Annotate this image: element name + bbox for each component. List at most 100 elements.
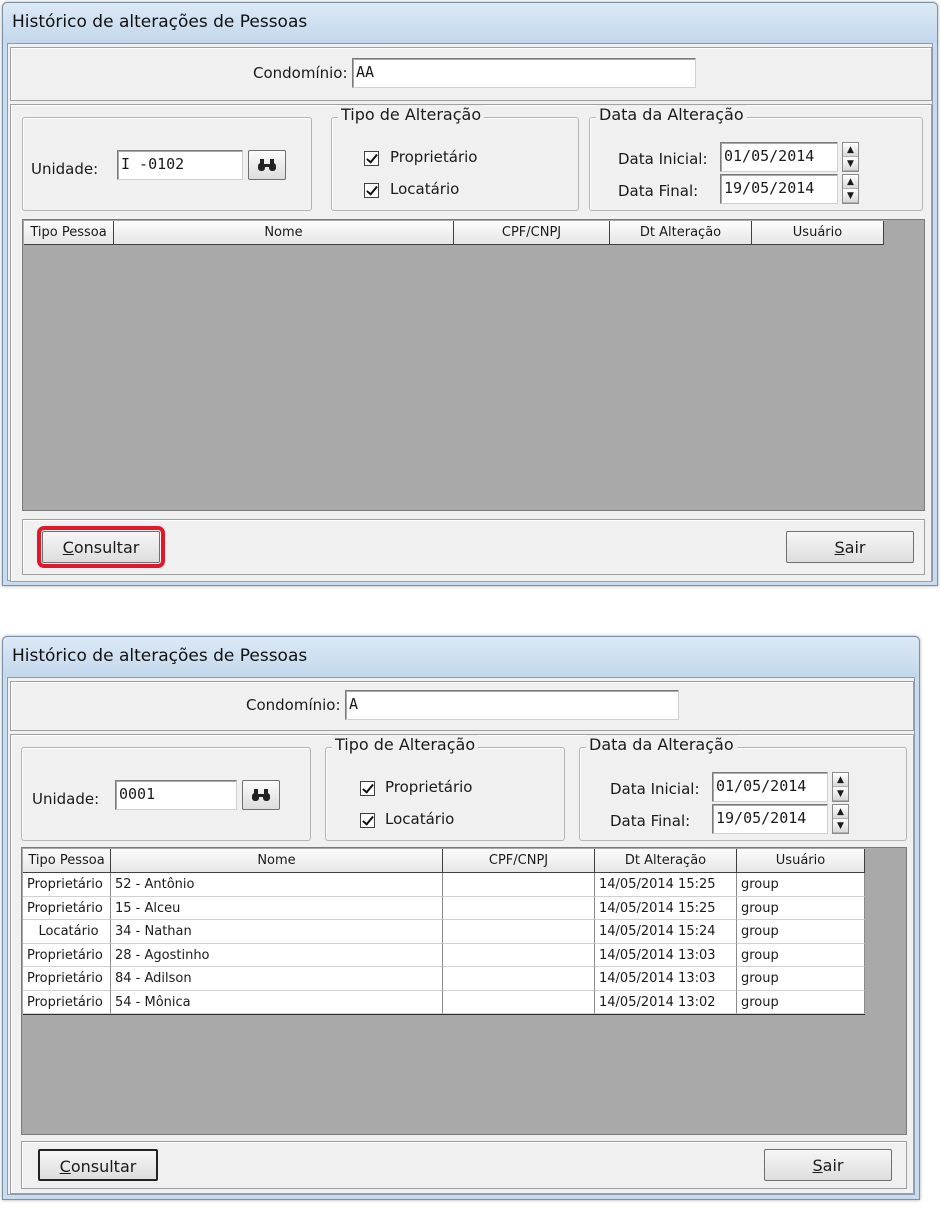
locatario-label: Locatário — [385, 810, 455, 828]
condominio-input[interactable]: AA — [352, 58, 696, 88]
search-unidade-button[interactable] — [248, 150, 286, 180]
consultar-button[interactable]: Consultar — [37, 526, 165, 568]
col-dt-alteracao[interactable]: Dt Alteração — [595, 849, 737, 873]
data-inicial-input[interactable]: 01/05/2014 — [712, 772, 828, 802]
col-tipo-pessoa[interactable]: Tipo Pessoa — [24, 221, 114, 245]
col-nome[interactable]: Nome — [114, 221, 454, 245]
cell-dt-alteracao: 14/05/2014 13:02 — [595, 990, 737, 1014]
data-final-label: Data Final: — [618, 182, 699, 200]
proprietario-label: Proprietário — [385, 778, 473, 796]
col-cpf[interactable]: CPF/CNPJ — [443, 849, 595, 873]
window-2: Histórico de alterações de Pessoas Condo… — [2, 636, 920, 1200]
condominio-label: Condomínio: — [253, 64, 348, 82]
cell-usuario: group — [737, 896, 865, 920]
data-inicial-spinner[interactable]: ▲ ▼ — [842, 142, 859, 172]
data-final-input[interactable]: 19/05/2014 — [720, 174, 838, 204]
spin-down-icon[interactable]: ▼ — [833, 819, 848, 833]
cell-tipo-pessoa: Proprietário — [23, 967, 111, 991]
unidade-input[interactable]: I -0102 — [117, 150, 243, 180]
button-panel: Consultar Sair — [22, 519, 925, 575]
results-grid[interactable]: Tipo Pessoa Nome CPF/CNPJ Dt Alteração U… — [22, 219, 925, 511]
spin-up-icon[interactable]: ▲ — [843, 175, 858, 189]
grid-header: Tipo Pessoa Nome CPF/CNPJ Dt Alteração U… — [23, 849, 865, 873]
locatario-checkbox[interactable] — [360, 813, 375, 828]
cell-cpf — [443, 943, 595, 967]
sair-button[interactable]: Sair — [764, 1149, 892, 1181]
cell-nome: 28 - Agostinho — [111, 943, 443, 967]
binoculars-icon — [258, 159, 276, 171]
table-row[interactable]: Proprietário 54 - Mônica 14/05/2014 13:02 g… — [23, 990, 865, 1014]
sair-button[interactable]: Sair — [786, 531, 914, 563]
cell-nome: 52 - Antônio — [111, 873, 443, 897]
unidade-label: Unidade: — [31, 160, 99, 178]
cell-usuario: group — [737, 990, 865, 1014]
cell-tipo-pessoa: Locatário — [23, 920, 111, 944]
grid-rows: Proprietário 52 - Antônio 14/05/2014 15:25… — [23, 873, 865, 1015]
col-nome[interactable]: Nome — [111, 849, 443, 873]
cell-tipo-pessoa: Proprietário — [23, 943, 111, 967]
cell-tipo-pessoa: Proprietário — [23, 873, 111, 897]
data-inicial-input[interactable]: 01/05/2014 — [720, 142, 838, 172]
data-alteracao-group: Data da Alteração Data Inicial: 01/05/20… — [589, 105, 923, 211]
data-final-input[interactable]: 19/05/2014 — [712, 804, 828, 834]
binoculars-icon — [252, 789, 270, 801]
col-dt-alteracao[interactable]: Dt Alteração — [610, 221, 752, 245]
table-row[interactable]: Proprietário 84 - Adilson 14/05/2014 13:03… — [23, 967, 865, 991]
spin-up-icon[interactable]: ▲ — [833, 805, 848, 819]
proprietario-checkbox[interactable] — [364, 151, 379, 166]
consultar-label: onsultar — [70, 1157, 137, 1176]
cell-nome: 34 - Nathan — [111, 920, 443, 944]
proprietario-checkbox[interactable] — [360, 781, 375, 796]
data-final-label: Data Final: — [610, 812, 691, 830]
data-final-spinner[interactable]: ▲ ▼ — [842, 174, 859, 204]
col-cpf[interactable]: CPF/CNPJ — [454, 221, 610, 245]
tipo-alteracao-group: Tipo de Alteração Proprietário Locatário — [331, 105, 579, 211]
condominio-panel: Condomínio: AA — [10, 47, 932, 101]
consultar-accel: C — [62, 538, 74, 557]
spin-up-icon[interactable]: ▲ — [833, 773, 848, 787]
condominio-input[interactable]: A — [345, 690, 679, 720]
cell-cpf — [443, 873, 595, 897]
proprietario-label: Proprietário — [390, 148, 478, 166]
tipo-alteracao-legend: Tipo de Alteração — [332, 735, 479, 754]
condominio-panel: Condomínio: A — [10, 681, 914, 731]
spin-down-icon[interactable]: ▼ — [843, 189, 858, 203]
cell-cpf — [443, 990, 595, 1014]
data-inicial-spinner[interactable]: ▲ ▼ — [832, 772, 849, 802]
col-tipo-pessoa[interactable]: Tipo Pessoa — [23, 849, 111, 873]
col-usuario[interactable]: Usuário — [752, 221, 884, 245]
spin-up-icon[interactable]: ▲ — [843, 143, 858, 157]
table-row[interactable]: Proprietário 52 - Antônio 14/05/2014 15:25… — [23, 873, 865, 897]
sair-label: air — [844, 538, 866, 557]
grid-header: Tipo Pessoa Nome CPF/CNPJ Dt Alteração U… — [24, 221, 884, 245]
cell-usuario: group — [737, 920, 865, 944]
spin-down-icon[interactable]: ▼ — [843, 157, 858, 171]
table-row[interactable]: Proprietário 15 - Alceu 14/05/2014 15:25 gr… — [23, 896, 865, 920]
data-final-spinner[interactable]: ▲ ▼ — [832, 804, 849, 834]
cell-usuario: group — [737, 967, 865, 991]
cell-usuario: group — [737, 873, 865, 897]
window-title: Histórico de alterações de Pessoas — [3, 3, 937, 43]
condominio-label: Condomínio: — [246, 696, 341, 714]
consultar-label: onsultar — [73, 538, 140, 557]
cell-dt-alteracao: 14/05/2014 15:25 — [595, 896, 737, 920]
table-row[interactable]: Proprietário 28 - Agostinho 14/05/2014 13:… — [23, 943, 865, 967]
data-inicial-label: Data Inicial: — [618, 150, 708, 168]
unidade-group: Unidade: I -0102 — [22, 117, 312, 211]
col-usuario[interactable]: Usuário — [737, 849, 865, 873]
data-inicial-label: Data Inicial: — [610, 780, 700, 798]
consultar-button[interactable]: Consultar — [38, 1149, 158, 1181]
cell-nome: 54 - Mônica — [111, 990, 443, 1014]
table-row[interactable]: Locatário 34 - Nathan 14/05/2014 15:24 grou… — [23, 920, 865, 944]
results-grid[interactable]: Tipo Pessoa Nome CPF/CNPJ Dt Alteração U… — [21, 847, 907, 1135]
consultar-accel: C — [59, 1157, 71, 1176]
spin-down-icon[interactable]: ▼ — [833, 787, 848, 801]
cell-dt-alteracao: 14/05/2014 13:03 — [595, 943, 737, 967]
window-1: Histórico de alterações de Pessoas Condo… — [2, 2, 938, 586]
unidade-input[interactable]: 0001 — [115, 780, 237, 810]
filter-panel: Unidade: I -0102 Tipo de Alteração Propr… — [10, 104, 932, 582]
search-unidade-button[interactable] — [242, 780, 280, 810]
locatario-checkbox[interactable] — [364, 183, 379, 198]
sair-label: air — [822, 1156, 844, 1175]
data-alteracao-legend: Data da Alteração — [586, 735, 737, 754]
